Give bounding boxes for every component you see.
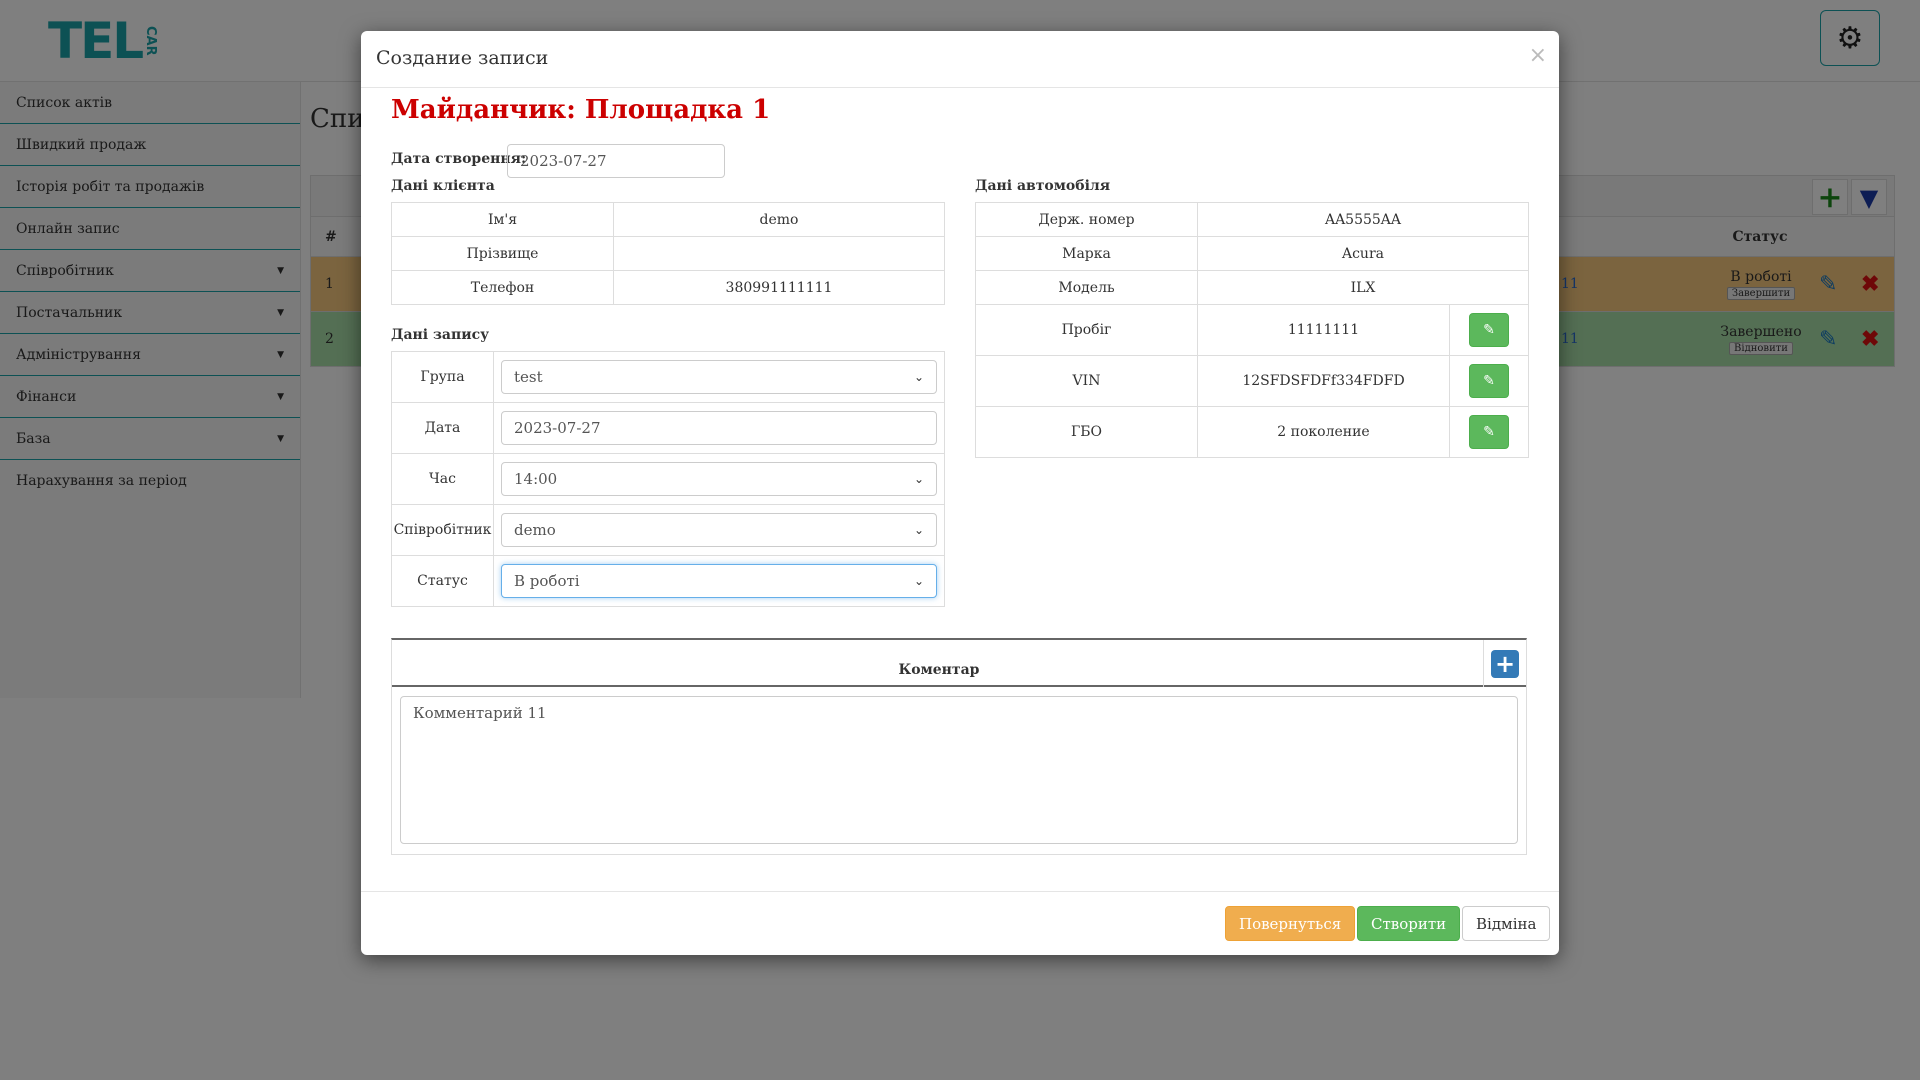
creation-date-label: Дата створення: <box>391 151 527 167</box>
car-label: Марка <box>975 236 1198 271</box>
car-value: Acura <box>1197 236 1529 271</box>
close-icon[interactable]: × <box>1529 43 1547 68</box>
modal-title: Создание записи <box>376 47 549 69</box>
edit-mileage-button[interactable]: ✎ <box>1469 313 1509 347</box>
creation-date-input[interactable]: 2023-07-27 <box>507 144 725 178</box>
plus-icon: + <box>1491 649 1519 678</box>
field-label: Співробітник <box>391 504 494 556</box>
back-button[interactable]: Повернуться <box>1225 906 1356 941</box>
edit-icon: ✎ <box>1483 322 1495 338</box>
group-select[interactable]: test ⌄ <box>501 360 937 394</box>
comment-header: Коментар + <box>392 640 1526 687</box>
car-value: ILX <box>1197 270 1529 305</box>
client-label: Телефон <box>391 270 614 305</box>
date-input[interactable]: 2023-07-27 <box>501 411 937 445</box>
create-record-modal: Создание записи × Майданчик: Площадка 1 … <box>361 31 1559 955</box>
field-label: Дата <box>391 402 494 454</box>
record-form-table: Група test ⌄ Дата 2023-07-27 Час 14:00 ⌄ С… <box>391 351 945 607</box>
car-label: VIN <box>975 355 1198 407</box>
chevron-down-icon: ⌄ <box>913 370 924 384</box>
comment-heading: Коментар <box>898 662 980 678</box>
client-value: demo <box>613 202 945 237</box>
chevron-down-icon: ⌄ <box>913 574 924 588</box>
employee-select-value: demo <box>514 521 556 539</box>
create-button[interactable]: Створити <box>1357 906 1461 941</box>
car-section-heading: Дані автомобіля <box>975 178 1111 194</box>
client-label: Ім'я <box>391 202 614 237</box>
car-label: Пробіг <box>975 304 1198 356</box>
edit-icon: ✎ <box>1483 424 1495 440</box>
site-title: Майданчик: Площадка 1 <box>391 95 771 125</box>
client-value <box>613 236 945 271</box>
chevron-down-icon: ⌄ <box>913 472 924 486</box>
edit-vin-button[interactable]: ✎ <box>1469 364 1509 398</box>
comment-textarea[interactable]: Комментарий 11 <box>400 696 1518 844</box>
cancel-button[interactable]: Відміна <box>1462 906 1551 941</box>
car-value: AA5555AA <box>1197 202 1529 237</box>
chevron-down-icon: ⌄ <box>913 523 924 537</box>
client-table: Ім'я demo Прізвище Телефон 380991111111 <box>391 202 945 305</box>
employee-select[interactable]: demo ⌄ <box>501 513 937 547</box>
status-select[interactable]: В роботі ⌄ <box>501 564 937 598</box>
car-value: 11111111 <box>1197 304 1450 356</box>
time-select[interactable]: 14:00 ⌄ <box>501 462 937 496</box>
car-label: Держ. номер <box>975 202 1198 237</box>
car-label: Модель <box>975 270 1198 305</box>
client-label: Прізвище <box>391 236 614 271</box>
edit-gbo-button[interactable]: ✎ <box>1469 415 1509 449</box>
field-label: Статус <box>391 555 494 607</box>
client-section-heading: Дані клієнта <box>391 178 495 194</box>
car-value: 2 поколение <box>1197 406 1450 458</box>
car-value: 12SFDSFDFf334FDFD <box>1197 355 1450 407</box>
time-select-value: 14:00 <box>514 470 558 488</box>
modal-footer: Повернуться Створити Відміна <box>361 891 1559 955</box>
car-label: ГБО <box>975 406 1198 458</box>
add-comment-button[interactable]: + <box>1483 640 1526 687</box>
edit-icon: ✎ <box>1483 373 1495 389</box>
group-select-value: test <box>514 368 543 386</box>
record-section-heading: Дані запису <box>391 327 490 343</box>
comment-panel: Коментар + Комментарий 11 <box>391 638 1527 855</box>
modal-header: Создание записи × <box>361 31 1559 88</box>
status-select-value: В роботі <box>514 572 580 590</box>
field-label: Час <box>391 453 494 505</box>
field-label: Група <box>391 351 494 403</box>
client-value: 380991111111 <box>613 270 945 305</box>
date-input-value: 2023-07-27 <box>514 419 601 437</box>
car-table: Держ. номер AA5555AA Марка Acura Модель … <box>975 202 1529 458</box>
